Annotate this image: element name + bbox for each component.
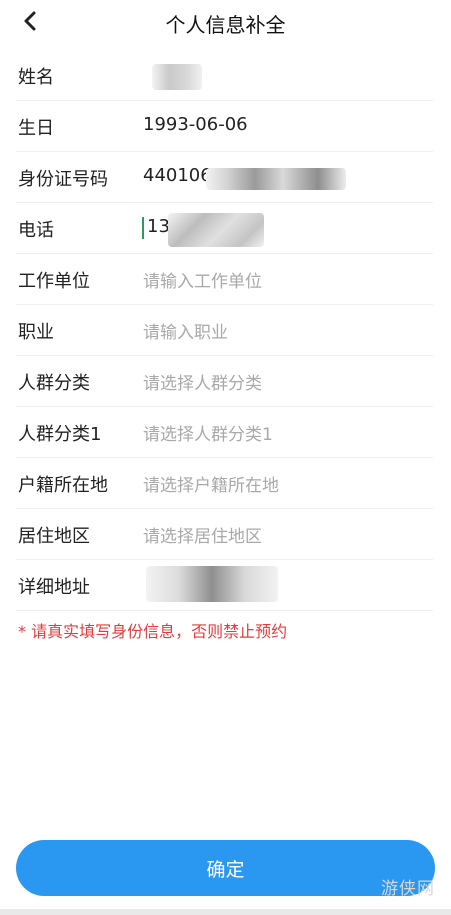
employer-label: 工作单位 (18, 271, 90, 292)
detailed-address-row: 详细地址 (16, 560, 433, 611)
residence-area-select[interactable]: 请选择居住地区 (143, 522, 262, 547)
name-field[interactable] (126, 50, 326, 100)
household-registration-label: 户籍所在地 (18, 475, 108, 496)
residence-area-label: 居住地区 (18, 526, 90, 547)
top-bar: 个人信息补全 (0, 0, 451, 48)
phone-label: 电话 (18, 220, 54, 241)
name-label: 姓名 (18, 67, 54, 88)
birthday-value[interactable]: 1993-06-06 (143, 114, 248, 135)
id-number-value[interactable]: 440106 (143, 165, 212, 186)
occupation-label: 职业 (18, 322, 54, 343)
phone-row: 电话 13 (16, 203, 433, 254)
redacted-phone (168, 213, 264, 247)
population-category1-label: 人群分类1 (18, 424, 102, 445)
birthday-row: 生日 1993-06-06 (16, 101, 433, 152)
population-category1-row: 人群分类1 请选择人群分类1 (16, 407, 433, 458)
occupation-row: 职业 请输入职业 (16, 305, 433, 356)
population-category-row: 人群分类 请选择人群分类 (16, 356, 433, 407)
bottom-strip (0, 909, 451, 915)
redacted-id-number (206, 168, 346, 190)
phone-value[interactable]: 13 (147, 216, 170, 237)
population-category1-select[interactable]: 请选择人群分类1 (143, 420, 273, 445)
birthday-label: 生日 (18, 118, 54, 139)
population-category-select[interactable]: 请选择人群分类 (143, 369, 262, 394)
name-row: 姓名 (16, 50, 433, 101)
redacted-address (146, 566, 278, 602)
population-category-label: 人群分类 (18, 373, 90, 394)
detailed-address-label: 详细地址 (18, 577, 90, 598)
id-number-label: 身份证号码 (18, 169, 108, 190)
text-cursor (142, 217, 144, 239)
household-registration-row: 户籍所在地 请选择户籍所在地 (16, 458, 433, 509)
employer-input[interactable]: 请输入工作单位 (143, 267, 262, 292)
confirm-button[interactable]: 确定 (16, 840, 435, 896)
residence-area-row: 居住地区 请选择居住地区 (16, 509, 433, 560)
watermark: 游侠网 (381, 879, 435, 899)
employer-row: 工作单位 请输入工作单位 (16, 254, 433, 305)
info-form: 姓名 生日 1993-06-06 身份证号码 440106 电话 13 工作单位… (0, 50, 451, 611)
warning-text: * 请真实填写身份信息，否则禁止预约 (18, 622, 288, 641)
redacted-name (152, 64, 202, 90)
occupation-input[interactable]: 请输入职业 (143, 318, 228, 343)
household-registration-select[interactable]: 请选择户籍所在地 (143, 471, 279, 496)
detailed-address-field[interactable] (126, 560, 326, 610)
page-title: 个人信息补全 (165, 13, 286, 37)
id-number-row: 身份证号码 440106 (16, 152, 433, 203)
